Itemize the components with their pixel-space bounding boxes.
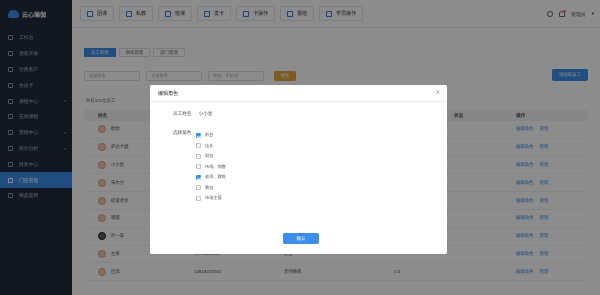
checkbox[interactable] [196, 174, 201, 180]
employee-label: 员工姓名 [173, 111, 192, 116]
role-option[interactable]: 市场、销售 [196, 162, 226, 173]
role-label: 市场主管 [205, 195, 222, 201]
role-checkbox-list: 前台店长财务市场、销售老师、教练教务市场主管 [196, 130, 226, 204]
role-option[interactable]: 教务 [196, 183, 226, 194]
employee-field: 员工姓名 小小星 [173, 111, 212, 117]
role-option[interactable]: 店长 [196, 141, 226, 152]
role-label: 市场、销售 [205, 163, 226, 169]
role-label: 财务 [205, 153, 214, 159]
checkbox[interactable] [196, 132, 201, 138]
role-label: 店长 [205, 142, 214, 148]
role-option[interactable]: 前台 [196, 130, 226, 141]
checkbox[interactable] [196, 195, 201, 201]
roles-label: 选择角色 [173, 130, 192, 135]
role-option[interactable]: 老师、教练 [196, 172, 226, 183]
role-label: 前台 [205, 132, 214, 138]
role-label: 教务 [205, 184, 214, 190]
dialog-title: 编辑角色 [150, 85, 447, 102]
confirm-button[interactable]: 确认 [283, 233, 319, 244]
role-label: 老师、教练 [205, 174, 226, 180]
checkbox[interactable] [196, 164, 201, 170]
role-option[interactable]: 财务 [196, 151, 226, 162]
employee-name: 小小星 [198, 111, 213, 116]
edit-role-dialog: 编辑角色 × 员工姓名 小小星 选择角色 前台店长财务市场、销售老师、教练教务市… [150, 85, 447, 254]
checkbox[interactable] [196, 185, 201, 191]
close-icon[interactable]: × [435, 88, 440, 97]
role-option[interactable]: 市场主管 [196, 193, 226, 204]
checkbox[interactable] [196, 153, 201, 159]
checkbox[interactable] [196, 143, 201, 149]
